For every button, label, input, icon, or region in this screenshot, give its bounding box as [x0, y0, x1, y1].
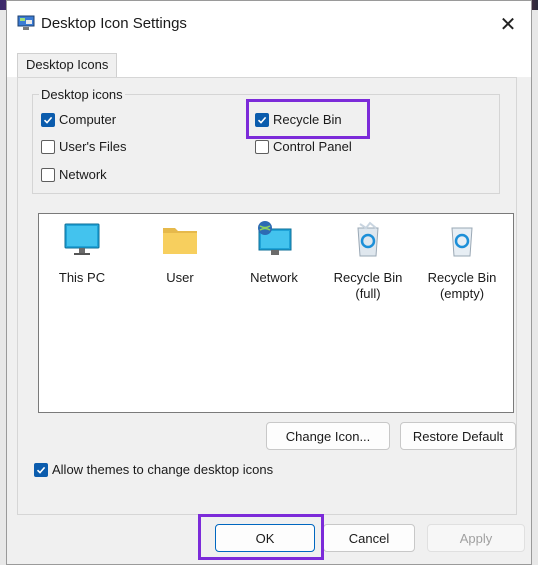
desktop-icons-group: Desktop icons Computer Recycle Bin User'…	[32, 87, 500, 194]
icon-item-network[interactable]: Network	[229, 220, 319, 286]
apply-button[interactable]: Apply	[427, 524, 525, 552]
checkbox-box[interactable]	[255, 139, 269, 154]
group-legend: Desktop icons	[39, 87, 125, 102]
icon-label: This PC	[58, 270, 106, 285]
recycle-bin-empty-icon	[451, 227, 473, 257]
control-panel-checkbox[interactable]: Control Panel	[255, 139, 352, 154]
icon-label: Network	[250, 270, 298, 285]
checkbox-box[interactable]	[255, 112, 269, 127]
tab-desktop-icons[interactable]: Desktop Icons	[17, 53, 118, 77]
change-icon-button[interactable]: Change Icon...	[266, 422, 390, 450]
monitor-icon	[64, 223, 100, 255]
tab-panel: Desktop icons Computer Recycle Bin User'…	[17, 77, 517, 515]
title-bar: Desktop Icon Settings ✕	[7, 1, 531, 47]
checkbox-label: Computer	[59, 112, 117, 127]
computer-checkbox[interactable]: Computer	[41, 112, 116, 127]
network-checkbox[interactable]: Network	[41, 167, 107, 182]
desktop-icon-settings-dialog: Desktop Icon Settings ✕ Desktop Icons De…	[6, 0, 532, 565]
checkmark-icon	[257, 116, 267, 124]
restore-default-button[interactable]: Restore Default	[400, 422, 516, 450]
icon-list-view[interactable]: This PC User Network Recycle Bin (full) …	[38, 213, 514, 413]
network-icon	[258, 221, 292, 255]
checkbox-label: Allow themes to change desktop icons	[52, 462, 274, 477]
checkbox-box[interactable]	[41, 167, 55, 182]
checkbox-label: User's Files	[59, 139, 127, 154]
desktop-settings-icon	[17, 15, 35, 30]
ok-button[interactable]: OK	[215, 524, 315, 552]
close-button[interactable]: ✕	[485, 1, 531, 47]
checkbox-label: Control Panel	[273, 139, 352, 154]
icon-item-this-pc[interactable]: This PC	[37, 220, 127, 286]
icon-label: User	[166, 270, 194, 285]
folder-icon	[163, 228, 197, 254]
recycle-bin-checkbox[interactable]: Recycle Bin	[255, 112, 342, 127]
recycle-bin-full-icon	[357, 221, 379, 257]
background-window-edge	[532, 10, 538, 565]
checkbox-box[interactable]	[34, 462, 48, 477]
icon-label: Recycle Bin (empty)	[427, 270, 497, 301]
close-icon: ✕	[499, 13, 517, 36]
cancel-button[interactable]: Cancel	[323, 524, 415, 552]
checkmark-icon	[36, 466, 46, 474]
icon-item-user[interactable]: User	[135, 220, 225, 286]
checkbox-box[interactable]	[41, 139, 55, 154]
icon-item-recycle-bin-empty[interactable]: Recycle Bin (empty)	[417, 220, 507, 302]
icon-item-recycle-bin-full[interactable]: Recycle Bin (full)	[323, 220, 413, 302]
tab-strip: Desktop Icons	[7, 47, 531, 77]
icon-label: Recycle Bin (full)	[333, 270, 403, 301]
window-title: Desktop Icon Settings	[41, 15, 187, 32]
checkmark-icon	[43, 116, 53, 124]
checkbox-label: Recycle Bin	[273, 112, 342, 127]
allow-themes-checkbox[interactable]: Allow themes to change desktop icons	[34, 462, 273, 477]
checkbox-box[interactable]	[41, 112, 55, 127]
users-files-checkbox[interactable]: User's Files	[41, 139, 127, 154]
checkbox-label: Network	[59, 167, 107, 182]
